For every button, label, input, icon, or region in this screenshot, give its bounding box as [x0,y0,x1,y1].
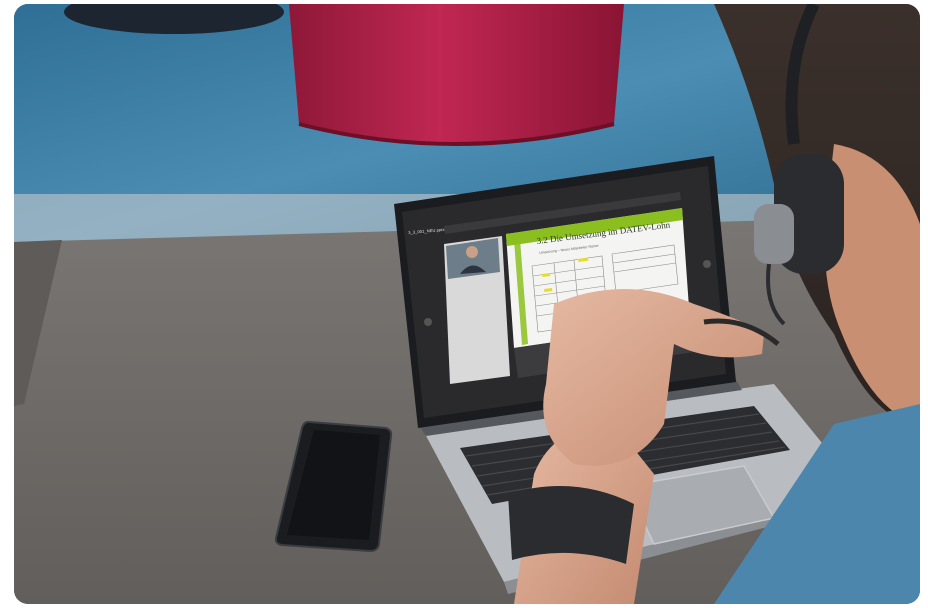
magenta-pouf [289,4,624,144]
presenter-head [466,246,478,258]
next-arrow-icon [703,260,711,268]
wrist-watch [508,486,634,564]
prev-arrow-icon [424,318,432,326]
photo-frame: 3_3_001_NEU.pptx 3.2 Die Umsetzung im DA… [14,4,920,604]
office-scene [14,4,920,604]
